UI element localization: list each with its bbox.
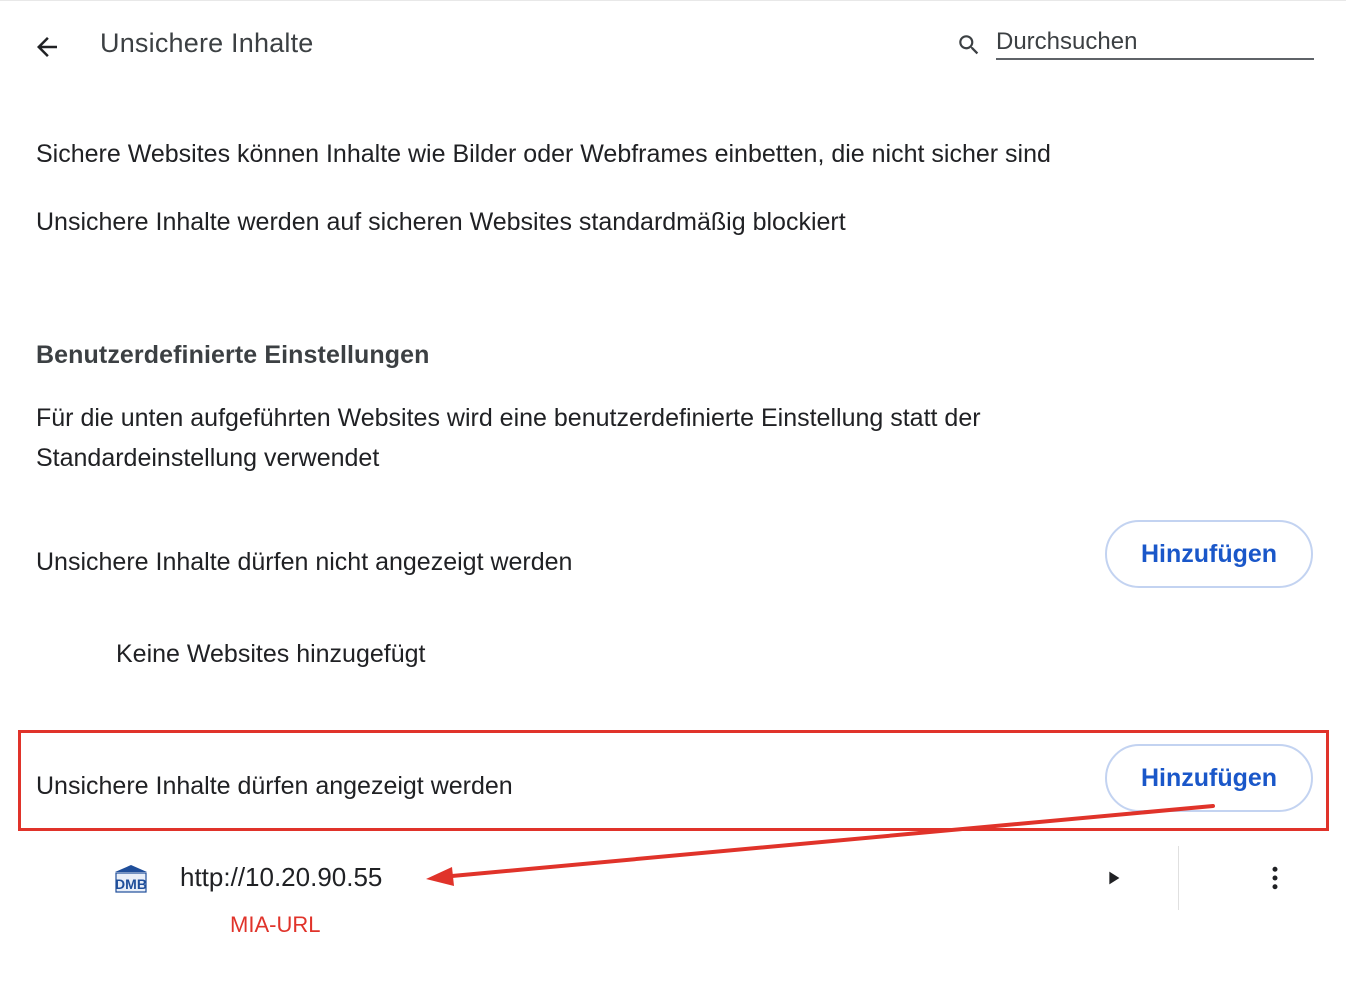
site-list-item[interactable]: DMB http://10.20.90.55 bbox=[0, 846, 1346, 912]
more-vert-icon bbox=[1272, 866, 1278, 890]
blocked-empty-text: Keine Websites hinzugefügt bbox=[116, 640, 426, 668]
search-input[interactable] bbox=[996, 26, 1314, 60]
more-actions-button[interactable] bbox=[1256, 858, 1294, 898]
allowed-section-label: Unsichere Inhalte dürfen angezeigt werde… bbox=[36, 772, 513, 800]
page-title: Unsichere Inhalte bbox=[100, 28, 314, 58]
arrow-right-icon bbox=[1109, 871, 1120, 885]
add-blocked-site-button[interactable]: Hinzufügen bbox=[1105, 520, 1313, 588]
arrow-back-icon bbox=[37, 37, 57, 57]
description-line-1: Sichere Websites können Inhalte wie Bild… bbox=[36, 140, 1051, 168]
search-box[interactable] bbox=[952, 22, 1316, 64]
description-line-2: Unsichere Inhalte werden auf sicheren We… bbox=[36, 208, 846, 236]
top-divider bbox=[0, 0, 1346, 1]
blocked-section-label: Unsichere Inhalte dürfen nicht angezeigt… bbox=[36, 548, 573, 576]
custom-settings-description-line-2: Standardeinstellung verwendet bbox=[36, 444, 380, 472]
site-url: http://10.20.90.55 bbox=[180, 862, 383, 892]
search-icon bbox=[959, 35, 979, 55]
custom-settings-heading: Benutzerdefinierte Einstellungen bbox=[36, 341, 430, 369]
back-button[interactable] bbox=[26, 26, 68, 68]
favicon-lettering: DMB bbox=[115, 876, 147, 892]
annotation-label: MIA-URL bbox=[230, 912, 321, 937]
site-favicon-icon: DMB bbox=[115, 865, 147, 893]
add-allowed-site-button[interactable]: Hinzufügen bbox=[1105, 744, 1313, 812]
open-site-details-button[interactable] bbox=[1097, 862, 1129, 894]
row-divider bbox=[1178, 846, 1179, 910]
custom-settings-description-line-1: Für die unten aufgeführten Websites wird… bbox=[36, 404, 981, 432]
